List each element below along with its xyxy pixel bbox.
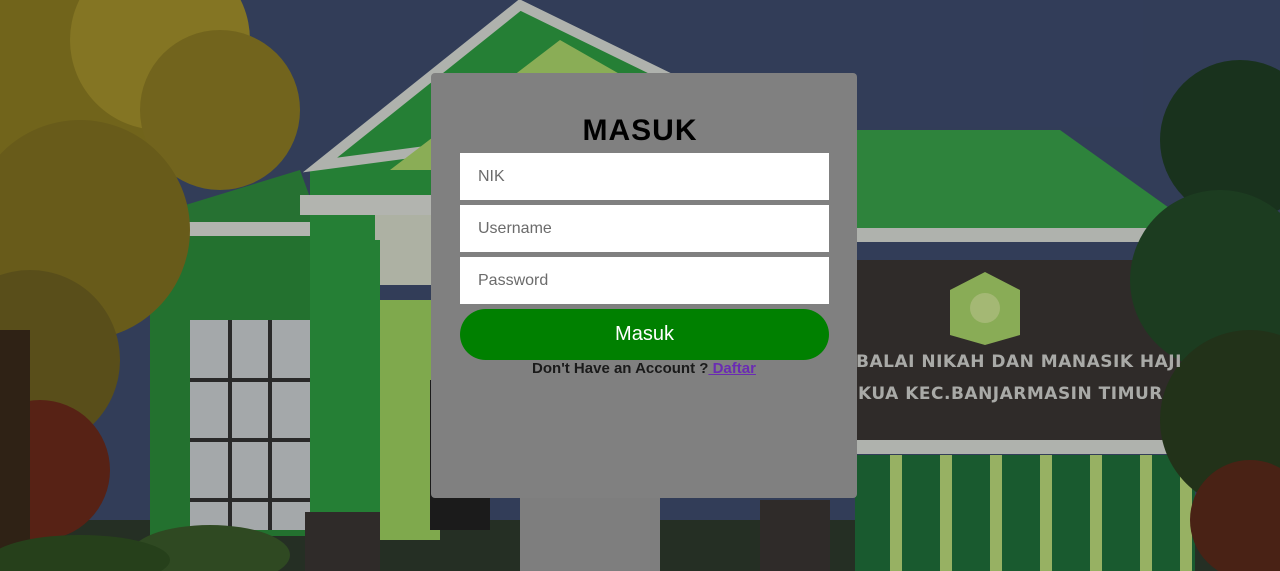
no-account-text: Don't Have an Account ? [532, 360, 709, 377]
password-input[interactable] [460, 257, 829, 304]
nik-input[interactable] [460, 153, 829, 200]
username-input[interactable] [460, 205, 829, 252]
register-link[interactable]: Daftar [708, 360, 756, 377]
register-prompt: Don't Have an Account ? Daftar [431, 360, 857, 377]
login-button[interactable]: Masuk [460, 309, 829, 360]
login-title: MASUK [582, 114, 698, 147]
